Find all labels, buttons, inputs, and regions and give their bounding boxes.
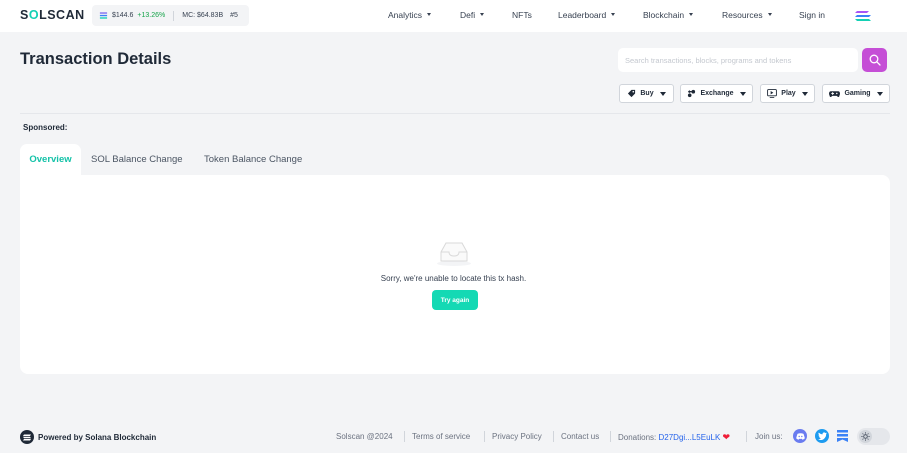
- theme-toggle[interactable]: [857, 428, 890, 445]
- nav-leaderboard[interactable]: Leaderboard: [558, 10, 616, 20]
- solana-icon: [20, 430, 34, 444]
- copyright: Solscan @2024: [336, 432, 393, 441]
- chevron-down-icon: [480, 13, 485, 17]
- sun-icon: [859, 430, 872, 443]
- sol-price-ticker: $144.6 +13.26% MC: $64.83B #5: [92, 5, 249, 26]
- exchange-icon: [688, 89, 696, 98]
- contact-us-link[interactable]: Contact us: [561, 432, 599, 441]
- donations: Donations: D27Dgi...L5EuLK ❤: [618, 432, 731, 442]
- play-icon: [767, 89, 778, 98]
- sponsored-label: Sponsored:: [23, 123, 68, 132]
- section-divider: [20, 113, 890, 114]
- market-rank: #5: [230, 12, 238, 19]
- search-icon: [869, 54, 881, 66]
- sol-price-change: +13.26%: [137, 12, 166, 19]
- terms-of-service-link[interactable]: Terms of service: [412, 432, 470, 441]
- nav-blockchain[interactable]: Blockchain: [643, 10, 694, 20]
- solscan-logo[interactable]: SOLSCAN: [20, 8, 85, 22]
- discord-icon[interactable]: [793, 429, 807, 443]
- search-input[interactable]: [618, 48, 858, 72]
- tab-sol-balance-change[interactable]: SOL Balance Change: [91, 144, 183, 175]
- sol-price: $144.6: [112, 12, 134, 19]
- try-again-button[interactable]: Try again: [432, 290, 478, 310]
- ad-play-button[interactable]: Play: [760, 84, 815, 103]
- chevron-down-icon: [689, 13, 694, 17]
- ad-buy-button[interactable]: Buy: [619, 84, 674, 103]
- top-header: SOLSCAN $144.6 +13.26% MC: $64.83B #5 An…: [0, 0, 907, 32]
- nav-resources[interactable]: Resources: [722, 10, 772, 20]
- nav-defi[interactable]: Defi: [460, 10, 485, 20]
- join-us-label: Join us:: [755, 432, 783, 441]
- page-title: Transaction Details: [20, 50, 172, 68]
- nav-sign-in[interactable]: Sign in: [799, 10, 825, 20]
- nav-analytics[interactable]: Analytics: [388, 10, 432, 20]
- privacy-policy-link[interactable]: Privacy Policy: [492, 432, 542, 441]
- tab-token-balance-change[interactable]: Token Balance Change: [204, 144, 302, 175]
- tag-icon: [628, 89, 636, 98]
- tab-overview[interactable]: Overview: [20, 144, 81, 175]
- solana-menu-icon[interactable]: [855, 9, 871, 23]
- heart-icon: ❤: [722, 432, 731, 442]
- empty-state-message: Sorry, we're unable to locate this tx ha…: [380, 274, 527, 283]
- powered-by[interactable]: Powered by Solana Blockchain: [20, 430, 156, 444]
- chevron-down-icon: [767, 13, 772, 17]
- gamepad-icon: [829, 90, 841, 97]
- chevron-down-icon: [659, 91, 666, 96]
- chevron-down-icon: [739, 91, 746, 96]
- empty-inbox-icon: [437, 242, 471, 266]
- chevron-down-icon: [801, 91, 808, 96]
- twitter-icon[interactable]: [815, 429, 829, 443]
- ad-gaming-button[interactable]: Gaming: [822, 84, 890, 103]
- market-cap: MC: $64.83B: [182, 12, 224, 19]
- search-button[interactable]: [862, 48, 887, 72]
- donation-address-link[interactable]: D27Dgi...L5EuLK: [658, 433, 720, 442]
- chevron-down-icon: [876, 91, 883, 96]
- chevron-down-icon: [611, 13, 616, 17]
- solana-icon: [99, 12, 108, 19]
- bookmark-icon[interactable]: [837, 430, 848, 442]
- ad-exchange-button[interactable]: Exchange: [680, 84, 753, 103]
- nav-nfts[interactable]: NFTs: [512, 10, 532, 20]
- chevron-down-icon: [427, 13, 432, 17]
